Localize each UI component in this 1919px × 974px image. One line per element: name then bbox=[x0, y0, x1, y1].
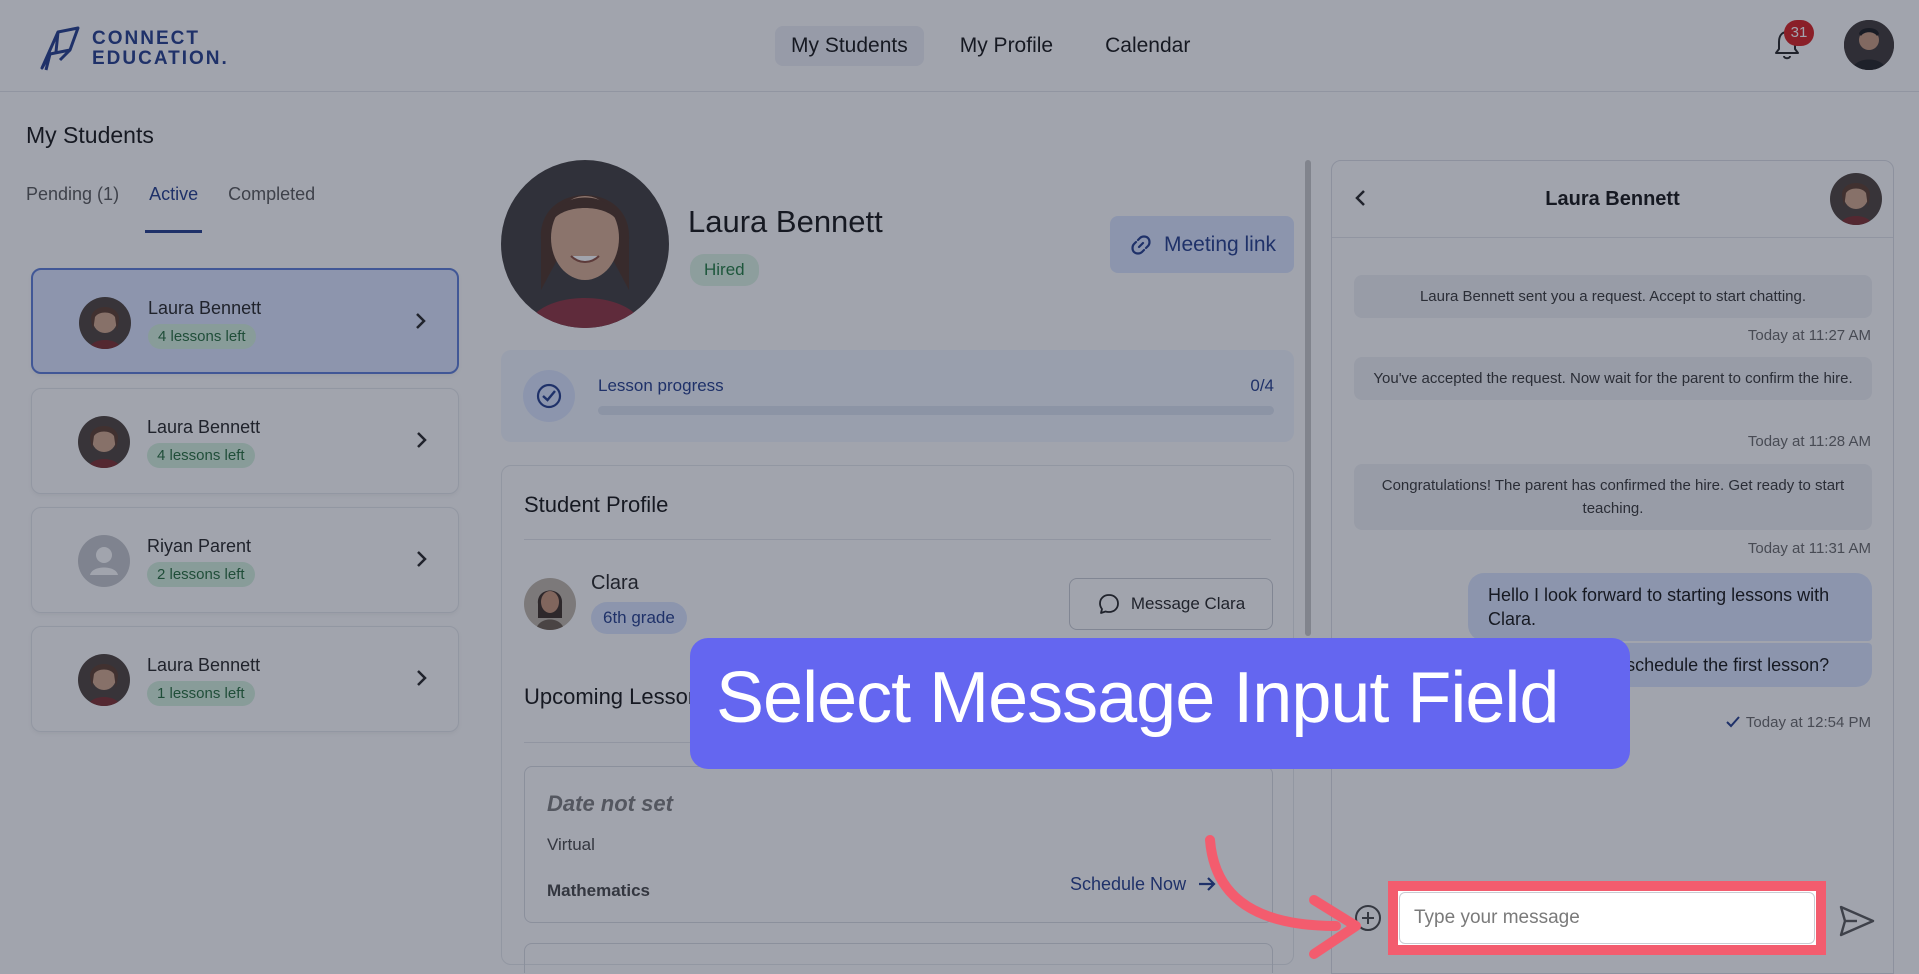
connect-education-logo[interactable]: CONNECT EDUCATION. bbox=[36, 24, 229, 74]
nav-my-students[interactable]: My Students bbox=[775, 26, 924, 66]
student-status-tabs: Pending (1) Active Completed bbox=[26, 184, 345, 233]
lessons-left-badge: 1 lessons left bbox=[147, 681, 255, 706]
tab-completed[interactable]: Completed bbox=[228, 184, 315, 233]
student-name: Laura Bennett bbox=[147, 417, 261, 437]
tutorial-callout: Select Message Input Field bbox=[690, 638, 1630, 769]
sent-message: Hello I look forward to starting lessons… bbox=[1468, 573, 1872, 641]
progress-bar bbox=[598, 406, 1274, 415]
profile-name: Laura Bennett bbox=[688, 204, 883, 239]
nav-calendar[interactable]: Calendar bbox=[1089, 26, 1206, 66]
chat-contact-avatar bbox=[1830, 173, 1882, 225]
chat-panel: Laura Bennett Laura Bennett sent you a r… bbox=[1331, 160, 1894, 974]
progress-label: Lesson progress bbox=[598, 376, 724, 395]
lesson-mode: Virtual bbox=[547, 835, 595, 854]
highlighted-message-input[interactable] bbox=[1388, 881, 1826, 955]
tab-active[interactable]: Active bbox=[145, 184, 203, 233]
message-timestamp: Today at 11:28 AM bbox=[1747, 433, 1871, 450]
message-child-label: Message Clara bbox=[1130, 594, 1246, 613]
student-card[interactable]: Laura Bennett 4 lessons left bbox=[31, 388, 459, 494]
page-title: My Students bbox=[26, 122, 154, 148]
scrollbar[interactable] bbox=[1305, 160, 1311, 636]
message-child-button[interactable]: Message Clara bbox=[1069, 578, 1273, 630]
message-input-highlighted[interactable] bbox=[1399, 892, 1815, 944]
lesson-subject: Mathematics bbox=[547, 881, 650, 900]
notification-count-badge: 31 bbox=[1784, 20, 1814, 46]
student-name: Laura Bennett bbox=[148, 298, 262, 318]
lesson-card bbox=[524, 943, 1273, 973]
message-timestamp: Today at 11:27 AM bbox=[1747, 327, 1871, 344]
add-attachment-icon[interactable] bbox=[1353, 903, 1383, 933]
child-avatar bbox=[524, 578, 576, 630]
chat-bubble-icon bbox=[1098, 594, 1119, 614]
student-profile-title: Student Profile bbox=[524, 492, 669, 517]
student-card[interactable]: Laura Bennett 1 lessons left bbox=[31, 626, 459, 732]
student-card[interactable]: Riyan Parent 2 lessons left bbox=[31, 507, 459, 613]
chat-title: Laura Bennett bbox=[1545, 188, 1680, 210]
logo-text-line2: EDUCATION. bbox=[92, 48, 229, 69]
logo-text-line1: CONNECT bbox=[92, 28, 200, 49]
child-name: Clara bbox=[591, 572, 639, 594]
arrow-right-icon bbox=[1199, 877, 1216, 891]
progress-count: 0/4 bbox=[1250, 376, 1274, 395]
upcoming-lessons-title: Upcoming Lessons bbox=[524, 684, 712, 709]
meeting-link-label: Meeting link bbox=[1163, 232, 1277, 256]
link-icon bbox=[1131, 234, 1151, 255]
main-nav: My Students My Profile Calendar bbox=[775, 26, 1226, 66]
lesson-progress-card: Lesson progress 0/4 bbox=[501, 350, 1294, 442]
chevron-right-icon bbox=[416, 313, 426, 329]
check-circle-icon bbox=[523, 370, 575, 422]
checkmark-icon bbox=[1726, 716, 1740, 728]
chevron-right-icon bbox=[417, 551, 427, 567]
logo-mark-icon bbox=[40, 26, 80, 71]
meeting-link-button[interactable]: Meeting link bbox=[1110, 216, 1294, 273]
system-message: Laura Bennett sent you a request. Accept… bbox=[1354, 275, 1872, 318]
user-avatar[interactable] bbox=[1844, 20, 1894, 70]
lesson-card: Date not set Virtual Mathematics Schedul… bbox=[524, 766, 1273, 923]
status-badge: Hired bbox=[690, 254, 759, 286]
student-avatar bbox=[79, 297, 131, 349]
student-avatar bbox=[78, 416, 130, 468]
lessons-left-badge: 4 lessons left bbox=[147, 443, 255, 468]
top-header: CONNECT EDUCATION. My Students My Profil… bbox=[0, 0, 1919, 92]
sent-timestamp: Today at 12:54 PM bbox=[1724, 713, 1871, 731]
chevron-right-icon bbox=[417, 670, 427, 686]
system-message: Congratulations! The parent has confirme… bbox=[1354, 464, 1872, 530]
student-name: Riyan Parent bbox=[147, 536, 252, 556]
profile-photo bbox=[501, 160, 669, 328]
nav-my-profile[interactable]: My Profile bbox=[944, 26, 1069, 66]
sent-time-label: Today at 12:54 PM bbox=[1745, 713, 1871, 731]
schedule-now-label: Schedule Now bbox=[1070, 873, 1187, 894]
divider bbox=[524, 539, 1271, 540]
lessons-left-badge: 4 lessons left bbox=[148, 324, 256, 349]
student-avatar bbox=[78, 654, 130, 706]
grade-badge: 6th grade bbox=[591, 602, 687, 634]
chat-header: Laura Bennett bbox=[1332, 161, 1893, 238]
lesson-date: Date not set bbox=[547, 791, 673, 816]
schedule-now-link[interactable]: Schedule Now bbox=[1070, 873, 1218, 895]
system-message: You've accepted the request. Now wait fo… bbox=[1354, 357, 1872, 400]
lessons-left-badge: 2 lessons left bbox=[147, 562, 255, 587]
chevron-right-icon bbox=[417, 432, 427, 448]
message-timestamp: Today at 11:31 AM bbox=[1747, 540, 1871, 557]
tab-pending[interactable]: Pending (1) bbox=[26, 184, 119, 233]
default-avatar-icon bbox=[78, 535, 130, 587]
student-card-selected[interactable]: Laura Bennett 4 lessons left bbox=[31, 268, 459, 374]
send-icon[interactable] bbox=[1837, 901, 1877, 941]
student-name: Laura Bennett bbox=[147, 655, 261, 675]
